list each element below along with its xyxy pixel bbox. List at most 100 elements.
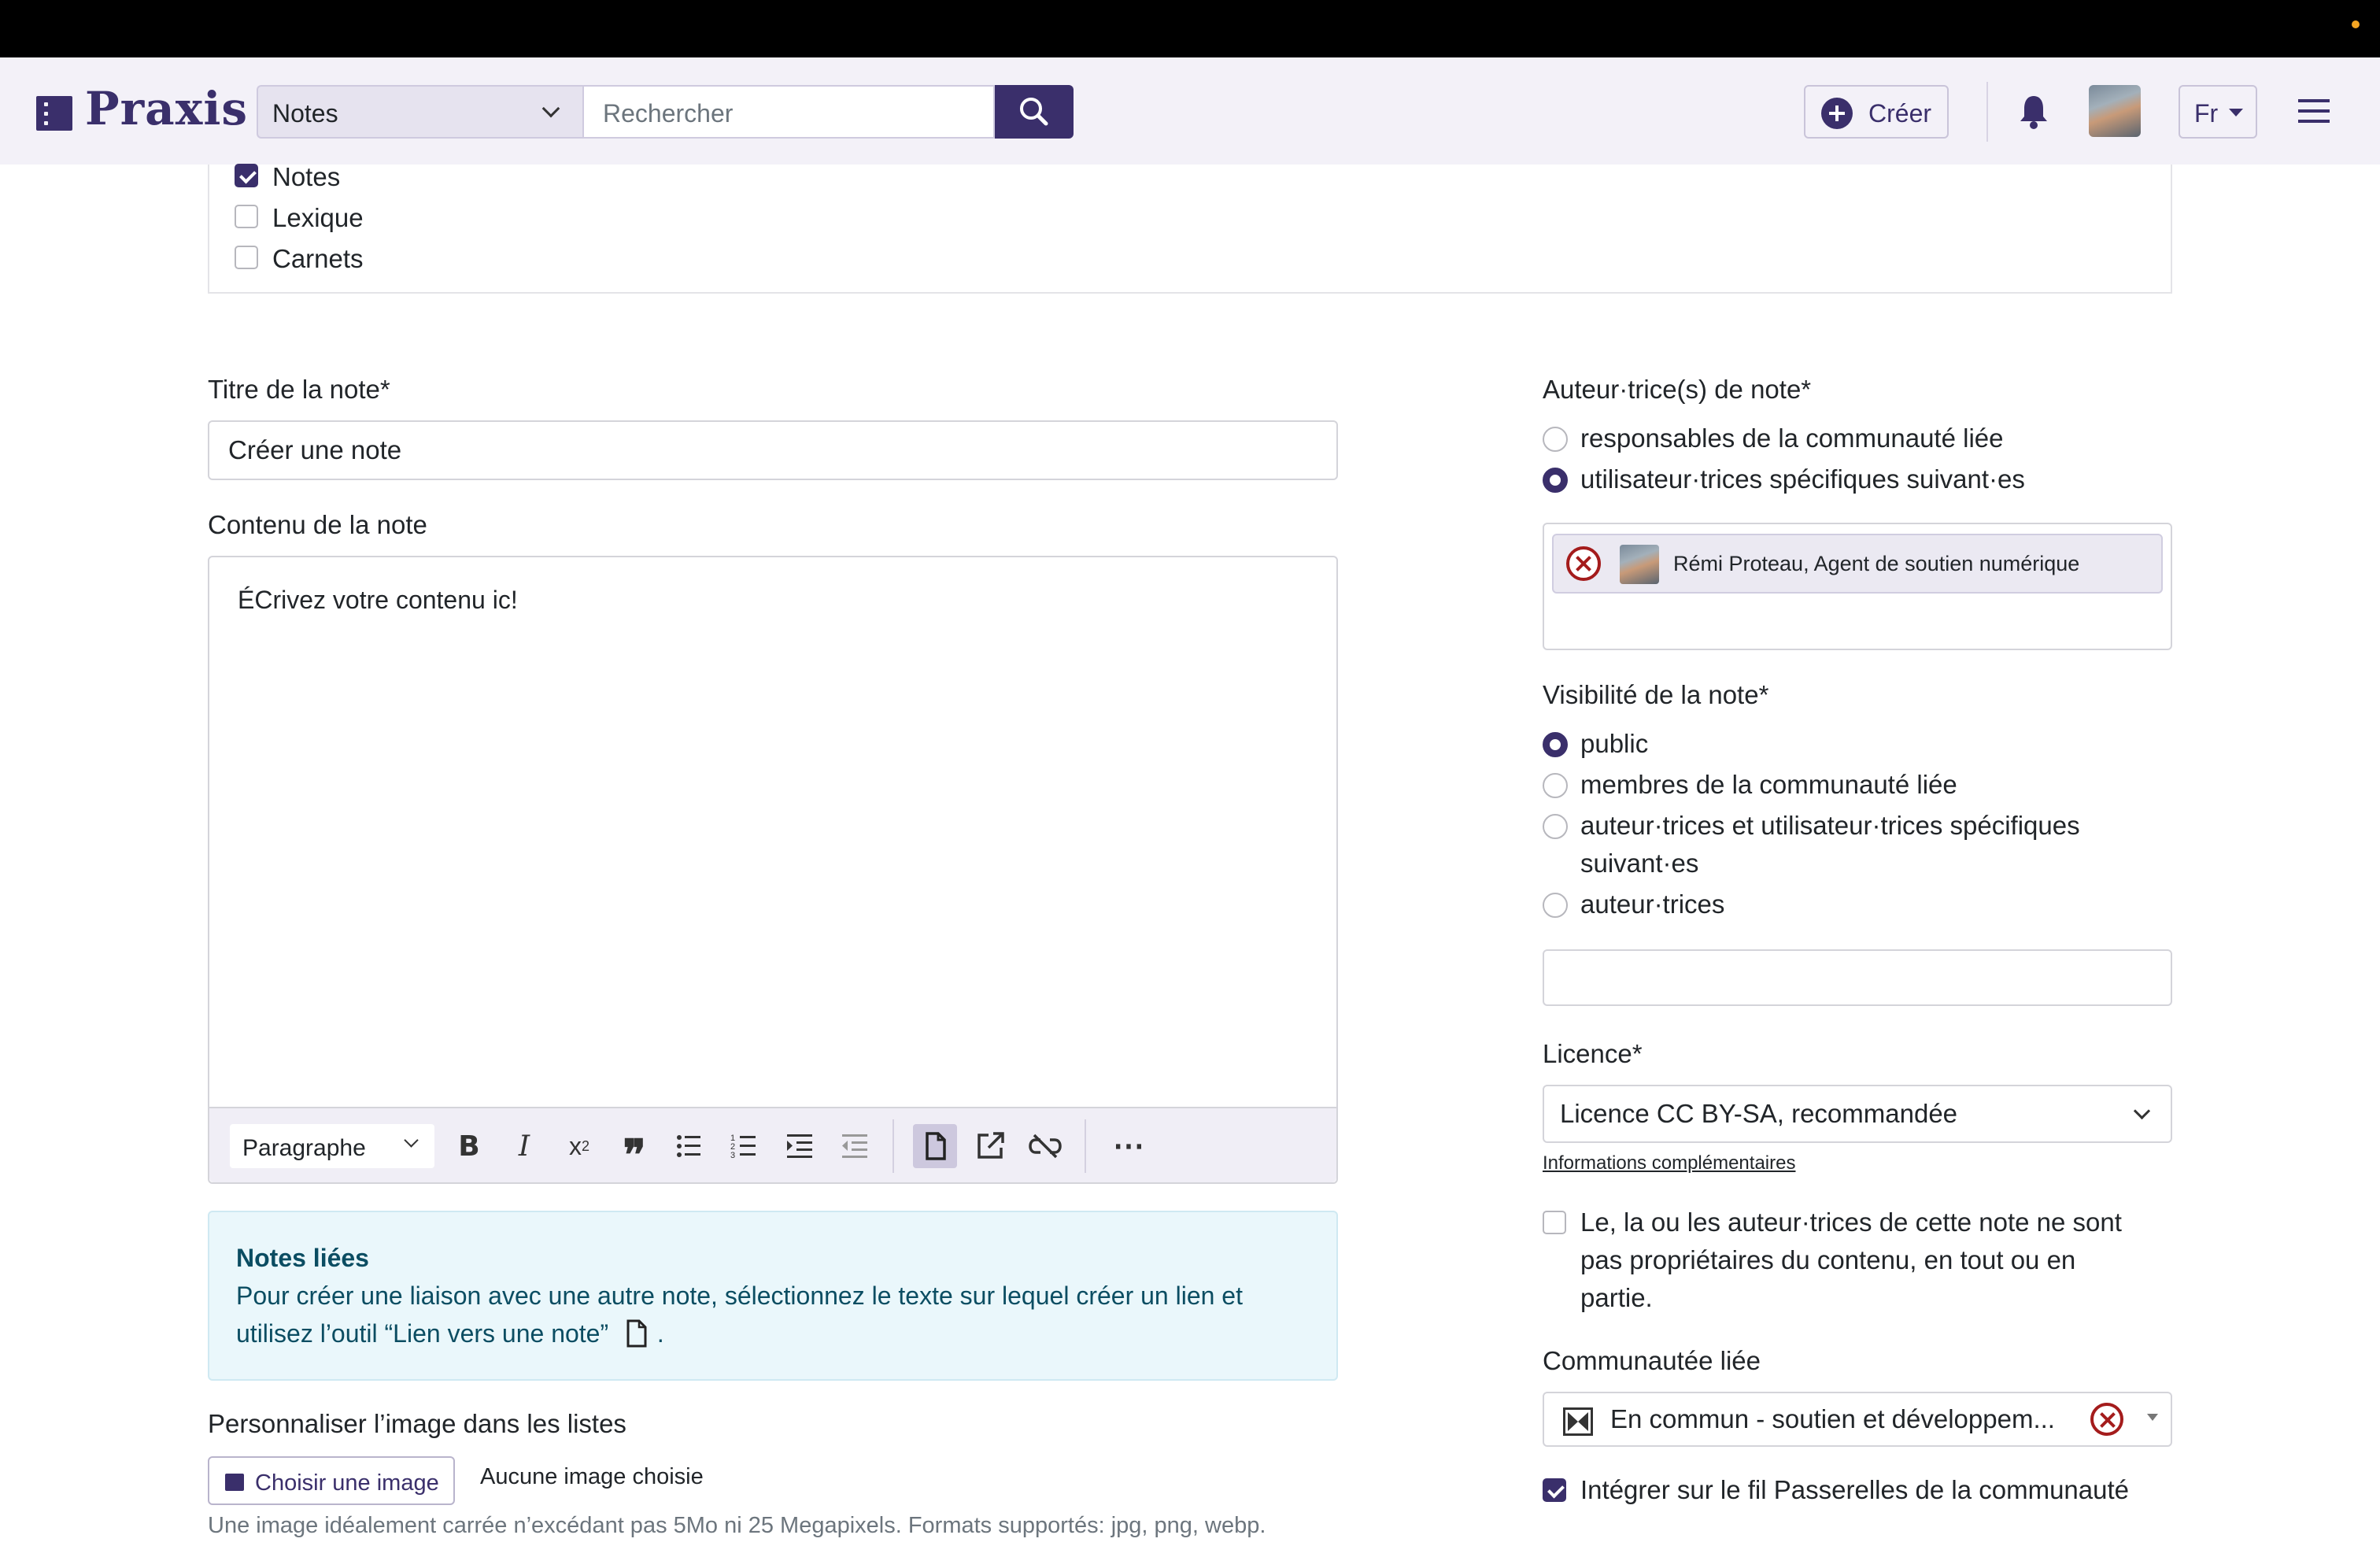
superscript-icon[interactable]: x2 xyxy=(557,1124,601,1168)
italic-icon[interactable]: I xyxy=(502,1124,546,1168)
note-title-input[interactable]: Créer une note xyxy=(208,420,1338,480)
clear-community-icon[interactable] xyxy=(2090,1403,2123,1436)
search-button[interactable] xyxy=(995,85,1074,139)
outdent-icon[interactable] xyxy=(833,1124,877,1168)
block-format-select[interactable]: Paragraphe xyxy=(230,1124,434,1168)
not-owner-line3: partie. xyxy=(1580,1283,1653,1312)
visibility-authors-users-label: auteur·trices et utilisateur·trices spéc… xyxy=(1580,811,2080,840)
remove-author-icon[interactable] xyxy=(1566,546,1601,581)
praxis-logo[interactable]: Praxis xyxy=(85,82,248,135)
visibility-public-label: public xyxy=(1580,729,1649,758)
header-divider xyxy=(1986,82,1988,142)
list-image-label: Personnaliser l’image dans les listes xyxy=(208,1409,626,1438)
author-chip-label: Rémi Proteau, Agent de soutien numérique xyxy=(1673,551,2080,575)
search-icon xyxy=(1020,98,1048,126)
search-placeholder: Rechercher xyxy=(603,99,734,128)
bold-icon[interactable]: B xyxy=(447,1124,491,1168)
external-link-icon[interactable] xyxy=(968,1124,1012,1168)
search-filter-panel xyxy=(208,165,2172,294)
menu-icon[interactable] xyxy=(2298,99,2330,123)
editor-text[interactable]: ÉCrivez votre contenu ic! xyxy=(238,586,518,615)
chevron-down-icon xyxy=(404,1133,419,1148)
system-bar xyxy=(0,0,2380,57)
note-content-label: Contenu de la note xyxy=(208,510,427,539)
not-owner-checkbox[interactable] xyxy=(1543,1211,1566,1234)
not-owner-line2: pas propriétaires du contenu, en tout ou… xyxy=(1580,1245,2076,1274)
not-owner-line1: Le, la ou les auteur·trices de cette not… xyxy=(1580,1208,2122,1237)
praxis-logo-icon[interactable] xyxy=(36,96,72,131)
indent-icon[interactable] xyxy=(778,1124,822,1168)
community-select[interactable]: En commun - soutien et développem... xyxy=(1543,1392,2172,1447)
linked-notes-info: Notes liées Pour créer une liaison avec … xyxy=(208,1211,1338,1381)
image-hint: Une image idéalement carrée n’excédant p… xyxy=(208,1513,1266,1538)
svg-text:3: 3 xyxy=(730,1151,735,1160)
licence-info-link[interactable]: Informations complémentaires xyxy=(1543,1152,1795,1174)
integrate-feed-checkbox[interactable] xyxy=(1543,1478,1566,1502)
choose-image-button[interactable]: Choisir une image xyxy=(208,1456,455,1505)
filter-notes-checkbox[interactable] xyxy=(235,164,258,187)
linked-notes-text: Pour créer une liaison avec une autre no… xyxy=(236,1282,1243,1348)
unlink-icon[interactable] xyxy=(1023,1124,1067,1168)
language-dropdown[interactable]: Fr xyxy=(2179,85,2257,139)
filter-carnets-label: Carnets xyxy=(272,244,364,273)
bell-icon[interactable] xyxy=(2018,91,2049,131)
filter-lexique-label: Lexique xyxy=(272,203,364,232)
licence-value: Licence CC BY-SA, recommandée xyxy=(1560,1099,1958,1128)
authors-option-responsables-radio[interactable] xyxy=(1543,427,1568,452)
authors-option-specific-radio[interactable] xyxy=(1543,468,1568,493)
authors-label: Auteur·trice(s) de note* xyxy=(1543,375,1812,404)
licence-select[interactable]: Licence CC BY-SA, recommandée xyxy=(1543,1085,2172,1143)
content-editor[interactable]: ÉCrivez votre contenu ic! Paragraphe B I… xyxy=(208,556,1338,1184)
editor-toolbar: Paragraphe B I x2 ❞ 1 2 3 ⋯ xyxy=(209,1107,1336,1182)
author-avatar xyxy=(1620,545,1659,584)
user-avatar[interactable] xyxy=(2089,85,2141,137)
authors-option-specific-label: utilisateur·trices spécifiques suivant·e… xyxy=(1580,464,2025,494)
linked-notes-title: Notes liées xyxy=(236,1244,369,1272)
authors-selector[interactable]: Rémi Proteau, Agent de soutien numérique xyxy=(1543,523,2172,650)
visibility-members-radio[interactable] xyxy=(1543,773,1568,798)
visibility-authors-label: auteur·trices xyxy=(1580,890,1725,919)
visibility-authors-radio[interactable] xyxy=(1543,893,1568,918)
note-link-icon[interactable] xyxy=(913,1124,957,1168)
recording-indicator xyxy=(2352,20,2360,28)
numbered-list-icon[interactable]: 1 2 3 xyxy=(722,1124,767,1168)
visibility-users-input[interactable] xyxy=(1543,949,2172,1006)
community-label: Communautée liée xyxy=(1543,1346,1761,1375)
blockquote-icon[interactable]: ❞ xyxy=(612,1124,656,1179)
community-value: En commun - soutien et développem... xyxy=(1610,1404,2055,1433)
bullet-list-icon[interactable] xyxy=(667,1124,711,1168)
image-icon xyxy=(225,1474,244,1491)
chevron-down-icon xyxy=(541,99,560,118)
visibility-authors-users-radio[interactable] xyxy=(1543,814,1568,839)
search-scope-select[interactable]: Notes xyxy=(257,85,582,139)
integrate-feed-label: Intégrer sur le fil Passerelles de la co… xyxy=(1580,1475,2129,1504)
choose-image-label: Choisir une image xyxy=(255,1470,439,1496)
caret-down-icon xyxy=(2147,1414,2158,1421)
toolbar-separator xyxy=(1085,1119,1086,1173)
visibility-label: Visibilité de la note* xyxy=(1543,680,1769,709)
caret-down-icon xyxy=(2229,109,2243,117)
note-title-label: Titre de la note* xyxy=(208,375,390,404)
licence-label: Licence* xyxy=(1543,1039,1643,1068)
note-link-icon xyxy=(626,1319,647,1348)
more-options-icon[interactable]: ⋯ xyxy=(1107,1124,1151,1168)
search-input[interactable]: Rechercher xyxy=(582,85,995,139)
linked-notes-end: . xyxy=(656,1319,664,1348)
create-label: Créer xyxy=(1868,99,1932,128)
filter-notes-label: Notes xyxy=(272,162,341,191)
block-format-value: Paragraphe xyxy=(242,1135,366,1161)
chevron-down-icon xyxy=(2133,1102,2151,1120)
language-label: Fr xyxy=(2194,99,2219,128)
visibility-authors-users-label-cont: suivant·es xyxy=(1580,849,1699,878)
no-image-text: Aucune image choisie xyxy=(480,1464,704,1489)
toolbar-separator xyxy=(893,1119,894,1173)
filter-carnets-checkbox[interactable] xyxy=(235,246,258,269)
plus-circle-icon xyxy=(1821,98,1853,129)
filter-lexique-checkbox[interactable] xyxy=(235,205,258,228)
author-chip: Rémi Proteau, Agent de soutien numérique xyxy=(1552,534,2163,594)
community-icon xyxy=(1563,1407,1593,1436)
visibility-public-radio[interactable] xyxy=(1543,732,1568,757)
note-title-value: Créer une note xyxy=(228,435,402,464)
create-button[interactable]: Créer xyxy=(1804,85,1949,139)
visibility-members-label: membres de la communauté liée xyxy=(1580,770,1957,799)
